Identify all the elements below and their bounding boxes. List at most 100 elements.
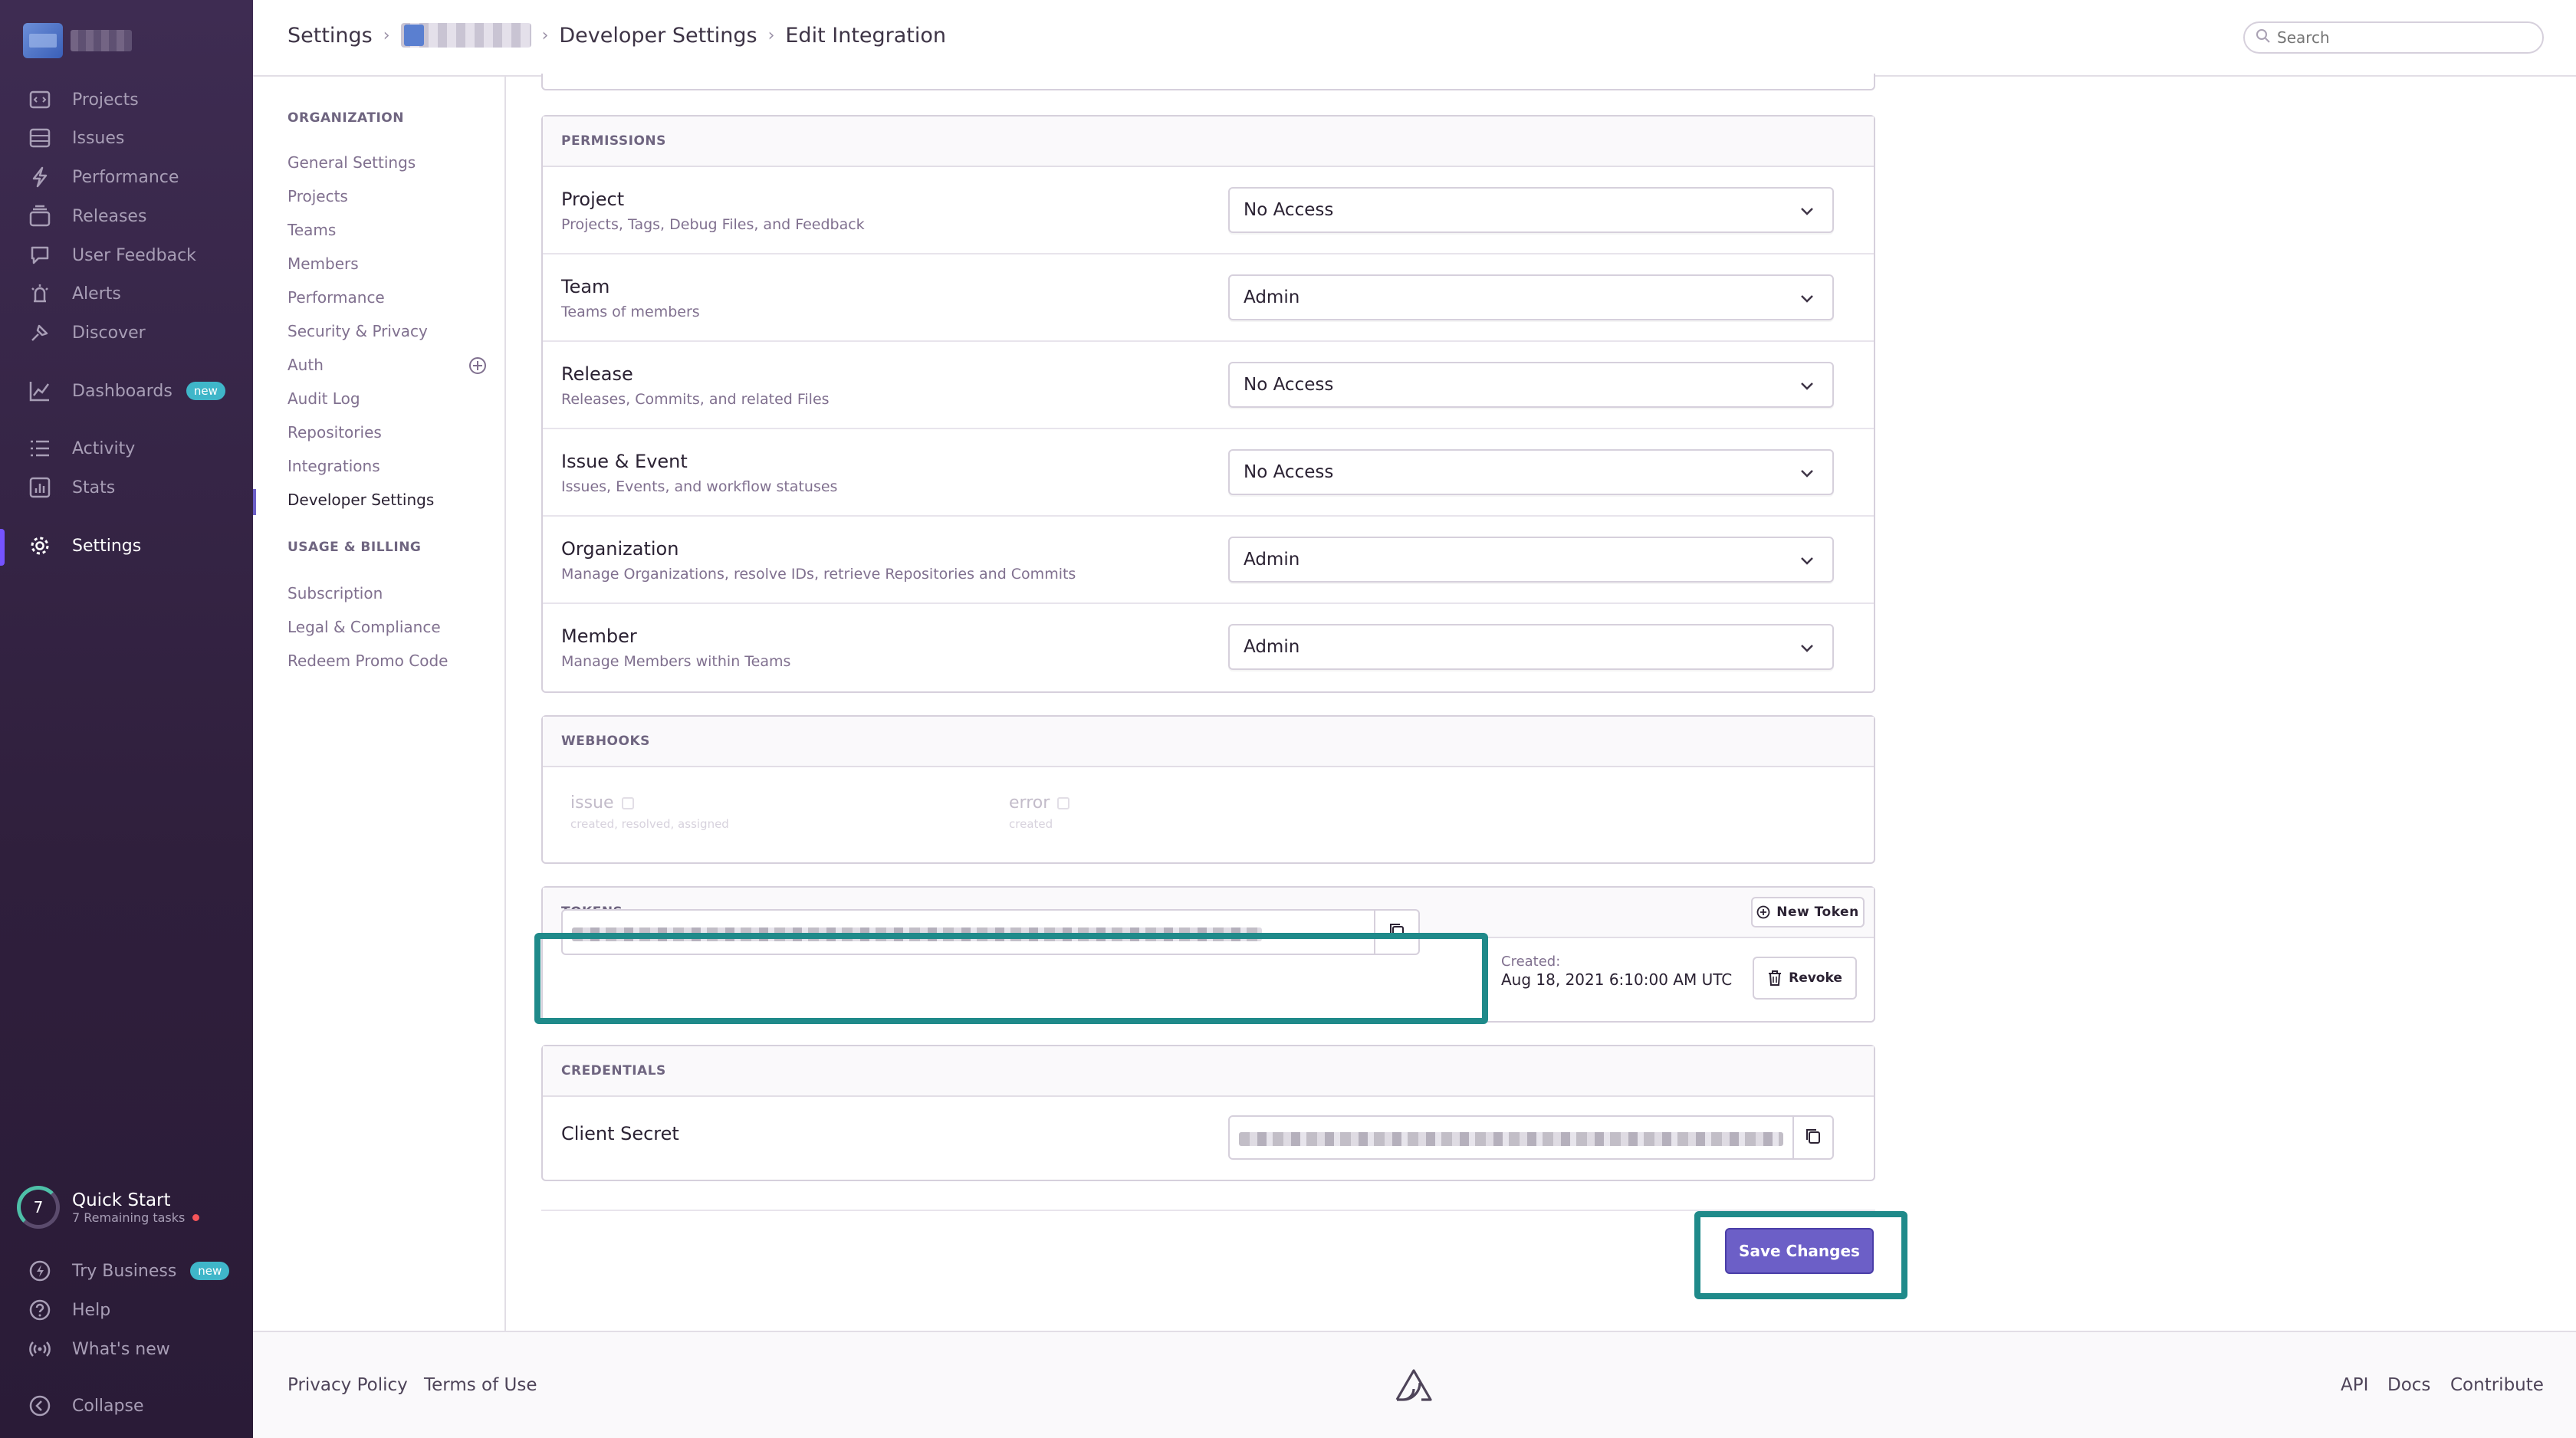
permission-description: Issues, Events, and workflow statuses — [561, 478, 838, 495]
sidebar-item-label: Settings — [72, 536, 142, 556]
breadcrumb-developer-settings[interactable]: Developer Settings — [559, 24, 757, 48]
org-switcher[interactable] — [23, 23, 132, 58]
privacy-policy-link[interactable]: Privacy Policy — [288, 1375, 408, 1395]
webhook-label: error — [1009, 793, 1050, 813]
form-divider — [541, 1210, 1875, 1211]
quick-start[interactable]: 7 Quick Start 7 Remaining tasks — [17, 1186, 200, 1229]
subnav-item-projects[interactable]: Projects — [288, 187, 348, 205]
permission-title: Organization — [561, 538, 679, 560]
sidebar-item-alerts[interactable]: Alerts — [28, 281, 121, 306]
subnav-item-auth[interactable]: Auth — [288, 356, 324, 374]
subnav-item-integrations[interactable]: Integrations — [288, 457, 380, 475]
contribute-link[interactable]: Contribute — [2450, 1375, 2544, 1395]
sidebar-item-label: Performance — [72, 167, 179, 187]
broadcast-icon — [28, 1337, 52, 1361]
permissions-heading: PERMISSIONS — [543, 117, 1874, 167]
activity-icon — [28, 436, 52, 461]
sidebar-item-label: Dashboards — [72, 381, 172, 401]
team-permission-select[interactable]: Admin — [1228, 274, 1834, 320]
dashboards-icon — [28, 379, 52, 403]
subnav-item-members[interactable]: Members — [288, 254, 359, 273]
sidebar-item-activity[interactable]: Activity — [28, 436, 135, 461]
subnav-item-security-privacy[interactable]: Security & Privacy — [288, 322, 428, 340]
help-icon — [28, 1298, 52, 1322]
sidebar-item-discover[interactable]: Discover — [28, 320, 146, 345]
permission-row-member: Member Manage Members within Teams Admin — [543, 604, 1874, 691]
token-created-date: Aug 18, 2021 6:10:00 AM UTC — [1501, 970, 1733, 989]
copy-secret-button[interactable] — [1792, 1117, 1832, 1158]
subnav-item-teams[interactable]: Teams — [288, 221, 336, 239]
sidebar-item-label: Try Business — [72, 1261, 177, 1281]
chevron-down-icon — [1799, 465, 1815, 486]
breadcrumb-settings[interactable]: Settings — [288, 24, 373, 48]
sidebar-item-label: Help — [72, 1300, 111, 1320]
current-item-indicator — [253, 489, 256, 515]
terms-of-use-link[interactable]: Terms of Use — [424, 1375, 537, 1395]
permission-title: Member — [561, 625, 637, 647]
chevron-down-icon — [1799, 202, 1815, 224]
subnav-item-performance[interactable]: Performance — [288, 288, 385, 307]
sidebar-item-user-feedback[interactable]: User Feedback — [28, 243, 196, 268]
sidebar-item-help[interactable]: Help — [28, 1298, 110, 1322]
sidebar-item-try-business[interactable]: Try Business new — [28, 1259, 230, 1283]
client-secret-redacted — [1239, 1132, 1783, 1146]
credentials-panel: CREDENTIALS Client Secret — [541, 1045, 1875, 1181]
sidebar-item-issues[interactable]: Issues — [28, 126, 124, 150]
settings-subnav: ORGANIZATION General Settings Projects T… — [253, 77, 506, 1331]
new-token-label: New Token — [1776, 904, 1859, 920]
revoke-label: Revoke — [1789, 970, 1842, 986]
quick-start-title: Quick Start — [72, 1190, 171, 1210]
sidebar-item-label: Discover — [72, 323, 146, 343]
subnav-item-legal-compliance[interactable]: Legal & Compliance — [288, 618, 441, 636]
project-permission-select[interactable]: No Access — [1228, 187, 1834, 233]
sidebar-item-stats[interactable]: Stats — [28, 475, 115, 500]
new-token-button[interactable]: New Token — [1751, 897, 1865, 927]
webhook-sub: created — [1009, 817, 1053, 831]
breadcrumb-edit-integration: Edit Integration — [785, 23, 947, 48]
subnav-item-developer-settings[interactable]: Developer Settings — [288, 491, 434, 509]
sentry-logo-icon — [1394, 1367, 1434, 1406]
sidebar-item-settings[interactable]: Settings — [28, 534, 141, 558]
alert-dot — [192, 1213, 200, 1221]
sidebar-item-projects[interactable]: Projects — [28, 87, 139, 112]
api-link[interactable]: API — [2341, 1375, 2368, 1395]
subnav-item-redeem-promo[interactable]: Redeem Promo Code — [288, 652, 448, 670]
subnav-item-audit-log[interactable]: Audit Log — [288, 389, 360, 408]
sidebar-item-releases[interactable]: Releases — [28, 204, 146, 228]
search-icon — [2256, 28, 2271, 48]
release-permission-select[interactable]: No Access — [1228, 362, 1834, 408]
subnav-item-general-settings[interactable]: General Settings — [288, 153, 416, 172]
new-badge: new — [186, 382, 225, 400]
top-header: Settings › › Developer Settings › Edit I… — [253, 0, 2576, 77]
add-circle-icon — [1756, 905, 1770, 919]
issue-event-permission-select[interactable]: No Access — [1228, 449, 1834, 495]
sidebar-item-dashboards[interactable]: Dashboards new — [28, 379, 225, 403]
revoke-button[interactable]: Revoke — [1753, 957, 1857, 1000]
permission-row-project: Project Projects, Tags, Debug Files, and… — [543, 167, 1874, 254]
stats-icon — [28, 475, 52, 500]
breadcrumb-org-redacted[interactable] — [400, 23, 531, 48]
subnav-item-repositories[interactable]: Repositories — [288, 423, 382, 442]
sidebar-item-label: Projects — [72, 90, 139, 110]
select-value: Admin — [1244, 550, 1300, 570]
webhook-checkbox — [1057, 797, 1070, 809]
sidebar-item-collapse[interactable]: Collapse — [28, 1394, 144, 1418]
quick-start-subtitle: 7 Remaining tasks — [72, 1210, 186, 1225]
permission-title: Team — [561, 276, 610, 297]
select-value: No Access — [1244, 462, 1334, 482]
search-input[interactable] — [2277, 28, 2522, 47]
client-secret-field[interactable] — [1228, 1115, 1834, 1160]
docs-link[interactable]: Docs — [2387, 1375, 2430, 1395]
sidebar-item-whats-new[interactable]: What's new — [28, 1337, 170, 1361]
auth-feature-icon — [468, 356, 488, 379]
search-box[interactable] — [2243, 21, 2544, 54]
webhooks-panel: WEBHOOKS issue created, resolved, assign… — [541, 715, 1875, 864]
organization-permission-select[interactable]: Admin — [1228, 537, 1834, 583]
new-badge: new — [190, 1262, 230, 1280]
copy-icon — [1804, 1127, 1822, 1148]
active-indicator — [0, 529, 5, 566]
subnav-item-subscription[interactable]: Subscription — [288, 584, 383, 602]
member-permission-select[interactable]: Admin — [1228, 624, 1834, 670]
sidebar-item-performance[interactable]: Performance — [28, 165, 179, 189]
chevron-right-icon: › — [541, 25, 549, 45]
